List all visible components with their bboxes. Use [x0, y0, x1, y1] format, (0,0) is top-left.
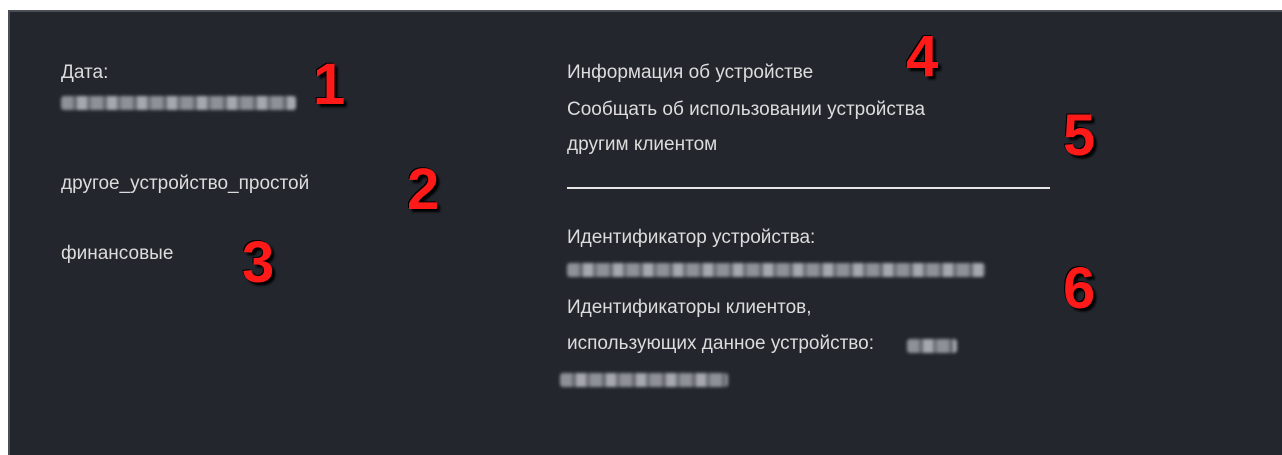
date-value-redacted	[61, 96, 296, 110]
report-usage-line2[interactable]: другим клиентом	[567, 134, 717, 156]
section-divider	[567, 187, 1050, 189]
marker-6: 6	[1063, 256, 1096, 321]
device-details-panel: Дата: другое_устройство_простой финансов…	[8, 10, 1282, 455]
client-ids-label-line1: Идентификаторы клиентов,	[567, 297, 812, 318]
device-id-label: Идентификатор устройства:	[567, 227, 816, 248]
marker-2: 2	[407, 157, 440, 222]
report-usage-line1[interactable]: Сообщать об использовании устройства	[567, 99, 925, 121]
date-label: Дата:	[61, 62, 109, 83]
marker-1: 1	[313, 52, 346, 117]
marker-3: 3	[242, 230, 275, 295]
device-type-value: другое_устройство_простой	[61, 173, 310, 194]
marker-5: 5	[1063, 103, 1096, 168]
marker-4: 4	[906, 24, 939, 89]
device-id-value-redacted	[567, 263, 985, 277]
device-info-link[interactable]: Информация об устройстве	[567, 62, 813, 84]
client-ids-value-redacted-2	[560, 373, 728, 387]
client-ids-value-redacted-1	[907, 339, 957, 353]
category-value: финансовые	[61, 243, 174, 264]
client-ids-label-line2: использующих данное устройство:	[567, 333, 875, 354]
